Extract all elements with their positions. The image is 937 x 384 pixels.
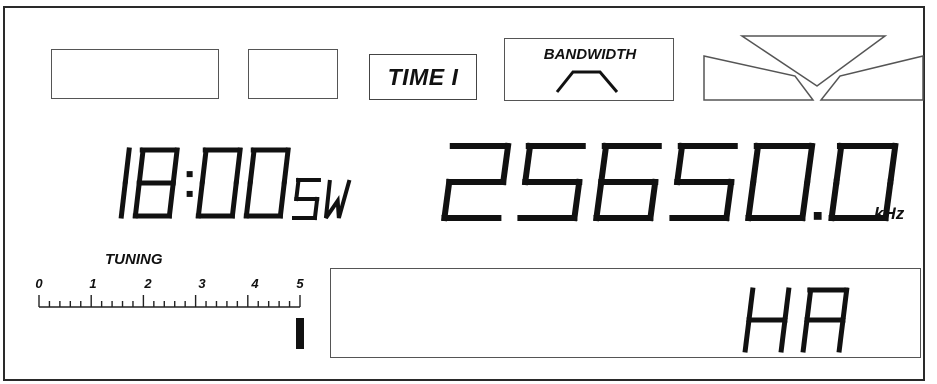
clock-colon <box>186 171 193 178</box>
clock-segment <box>122 147 132 186</box>
frequency-segment <box>597 142 610 186</box>
text-segment <box>742 317 752 353</box>
signal-meter-icon <box>703 35 924 101</box>
bandwidth-filter-icon <box>555 70 619 93</box>
clock-segment <box>118 180 129 219</box>
band-segment <box>312 196 320 221</box>
band-segment <box>294 177 301 202</box>
clock-segment <box>195 180 206 219</box>
frequency-segment <box>647 178 659 222</box>
frequency-segment <box>593 178 605 222</box>
frequency-segment <box>799 178 811 222</box>
text-digit <box>800 287 850 353</box>
clock-digit <box>243 147 291 219</box>
frequency-display <box>441 142 899 222</box>
clock-digit <box>118 147 132 219</box>
frequency-digit <box>669 142 738 222</box>
band-letter-w <box>323 179 352 220</box>
tuning-scale-ticks <box>38 295 301 308</box>
frequency-segment <box>745 178 757 222</box>
tuning-level-bar <box>296 318 304 349</box>
clock-digit <box>132 147 180 219</box>
band-display <box>291 177 352 221</box>
frequency-decimal-point <box>813 212 822 220</box>
frequency-digit <box>441 142 512 222</box>
frequency-segment <box>882 178 894 222</box>
clock-segment <box>132 180 143 219</box>
text-segment <box>778 317 788 353</box>
frequency-digit <box>745 142 816 222</box>
frequency-digit <box>517 142 586 222</box>
clock-segment <box>229 180 240 219</box>
clock-segment <box>233 147 243 186</box>
text-area-display <box>742 287 850 353</box>
frequency-segment <box>887 142 899 186</box>
clock-segment <box>247 147 257 186</box>
clock-segment <box>166 180 177 219</box>
frequency-segment <box>828 178 840 222</box>
clock-colon <box>186 190 193 197</box>
clock-digit <box>195 147 243 219</box>
frequency-segment <box>749 142 762 186</box>
lcd-graphics <box>38 35 924 353</box>
frequency-digit <box>593 142 662 222</box>
clock-segment <box>136 147 146 186</box>
frequency-segment <box>833 142 845 186</box>
frequency-segment <box>571 178 583 222</box>
frequency-segment <box>521 142 534 186</box>
frequency-digit <box>828 142 899 222</box>
clock-segment <box>199 147 209 186</box>
text-segment <box>782 287 792 323</box>
text-digit <box>742 287 792 353</box>
frequency-segment <box>499 142 512 186</box>
frequency-segment <box>803 142 816 186</box>
frequency-segment <box>441 178 453 222</box>
radio-lcd-panel: TIME I BANDWIDTH TUNING kHz 0 1 2 3 4 5 <box>3 6 925 381</box>
clock-segment <box>281 147 291 186</box>
text-segment <box>836 317 846 353</box>
frequency-segment <box>723 178 735 222</box>
band-digit <box>291 177 321 221</box>
text-segment <box>746 287 756 323</box>
text-segment <box>840 287 850 323</box>
clock-segment <box>170 147 180 186</box>
clock-segment <box>277 180 288 219</box>
frequency-segment <box>673 142 686 186</box>
clock-display <box>118 147 291 219</box>
text-segment <box>800 317 810 353</box>
clock-segment <box>243 180 254 219</box>
text-segment <box>804 287 814 323</box>
